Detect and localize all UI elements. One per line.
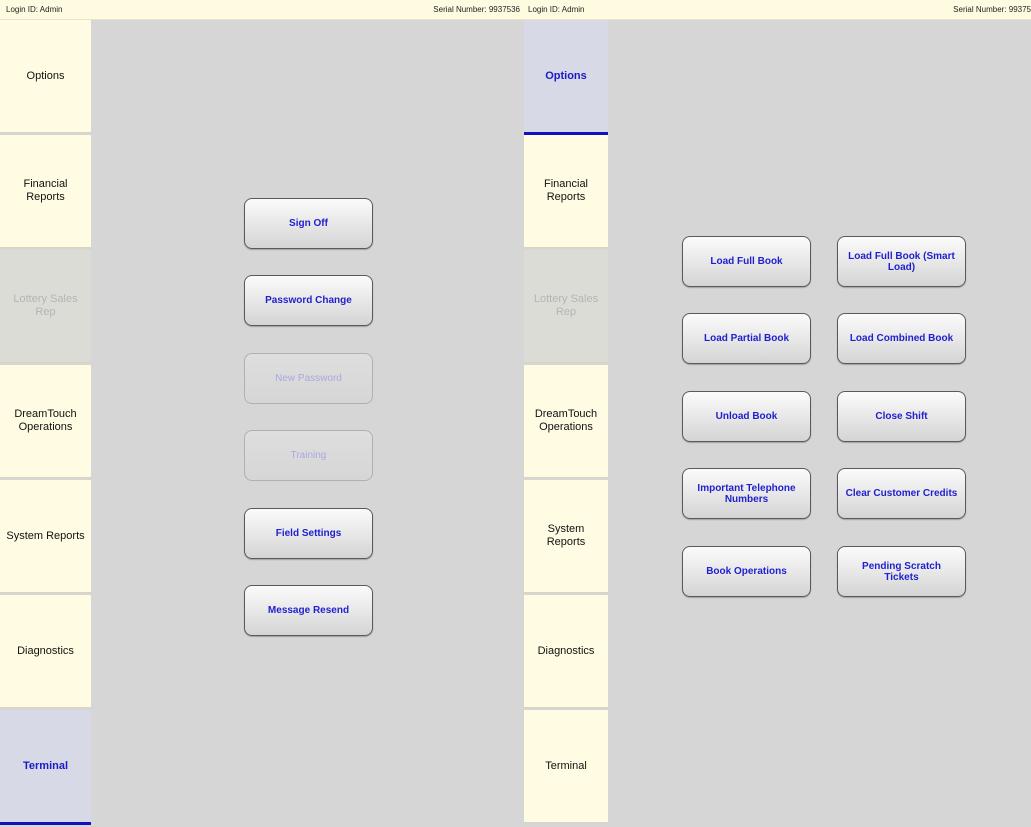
nav-lottery-sales-rep: Lottery Sales Rep [0, 250, 91, 363]
status-bar: Login ID: Admin Serial Number: 9937536 [0, 0, 522, 20]
nav-label: Lottery Sales Rep [13, 293, 78, 318]
load-combined-book-button[interactable]: Load Combined Book [837, 313, 966, 364]
nav-terminal[interactable]: Terminal [524, 710, 608, 823]
nav-label: Diagnostics [17, 644, 74, 657]
login-id: Login ID: Admin [528, 5, 585, 14]
nav-diagnostics[interactable]: Diagnostics [0, 595, 91, 708]
nav-financial-reports[interactable]: Financial Reports [0, 135, 91, 248]
password-change-button[interactable]: Password Change [244, 275, 373, 326]
clear-customer-credits-button[interactable]: Clear Customer Credits [837, 468, 966, 519]
nav-dreamtouch-operations[interactable]: DreamTouch Operations [524, 365, 608, 478]
pending-scratch-tickets-button[interactable]: Pending Scratch Tickets [837, 546, 966, 597]
message-resend-button[interactable]: Message Resend [244, 585, 373, 636]
status-bar: Login ID: Admin Serial Number: 99375 [522, 0, 1031, 20]
nav-label: Diagnostics [537, 644, 595, 657]
nav-label: System Reports [546, 523, 586, 548]
load-partial-book-button[interactable]: Load Partial Book [682, 313, 811, 364]
sidebar: Options Financial Reports Lottery Sales … [524, 20, 608, 827]
field-settings-button[interactable]: Field Settings [244, 508, 373, 559]
nav-options[interactable]: Options [0, 20, 91, 133]
options-screen: Login ID: Admin Serial Number: 99375 Opt… [522, 0, 1031, 827]
nav-system-reports[interactable]: System Reports [524, 480, 608, 593]
nav-diagnostics[interactable]: Diagnostics [524, 595, 608, 708]
new-password-button: New Password [244, 353, 373, 404]
nav-lottery-sales-rep: Lottery Sales Rep [524, 250, 608, 363]
nav-label: Financial Reports [543, 178, 589, 203]
unload-book-button[interactable]: Unload Book [682, 391, 811, 442]
nav-dreamtouch-operations[interactable]: DreamTouch Operations [0, 365, 91, 478]
serial-number: Serial Number: 9937536 [433, 5, 520, 14]
book-operations-button[interactable]: Book Operations [682, 546, 811, 597]
nav-financial-reports[interactable]: Financial Reports [524, 135, 608, 248]
important-telephone-numbers-button[interactable]: Important Telephone Numbers [682, 468, 811, 519]
nav-options[interactable]: Options [524, 20, 608, 135]
serial-number: Serial Number: 99375 [953, 5, 1031, 14]
training-button: Training [244, 430, 373, 481]
nav-terminal[interactable]: Terminal [0, 710, 91, 825]
load-full-book-smart-load-button[interactable]: Load Full Book (Smart Load) [837, 236, 966, 287]
nav-label: Terminal [545, 759, 587, 772]
login-id: Login ID: Admin [6, 5, 63, 14]
terminal-screen: Login ID: Admin Serial Number: 9937536 O… [0, 0, 522, 827]
nav-label: DreamTouch Operations [534, 408, 598, 433]
nav-label: DreamTouch Operations [14, 408, 77, 433]
nav-label: Financial Reports [23, 178, 68, 203]
load-full-book-button[interactable]: Load Full Book [682, 236, 811, 287]
nav-label: Terminal [22, 759, 69, 772]
nav-label: Options [26, 69, 65, 82]
sign-off-button[interactable]: Sign Off [244, 198, 373, 249]
nav-label: Lottery Sales Rep [533, 293, 599, 318]
sidebar: Options Financial Reports Lottery Sales … [0, 20, 91, 827]
nav-label: System Reports [6, 529, 85, 542]
nav-system-reports[interactable]: System Reports [0, 480, 91, 593]
nav-label: Options [545, 69, 587, 82]
close-shift-button[interactable]: Close Shift [837, 391, 966, 442]
